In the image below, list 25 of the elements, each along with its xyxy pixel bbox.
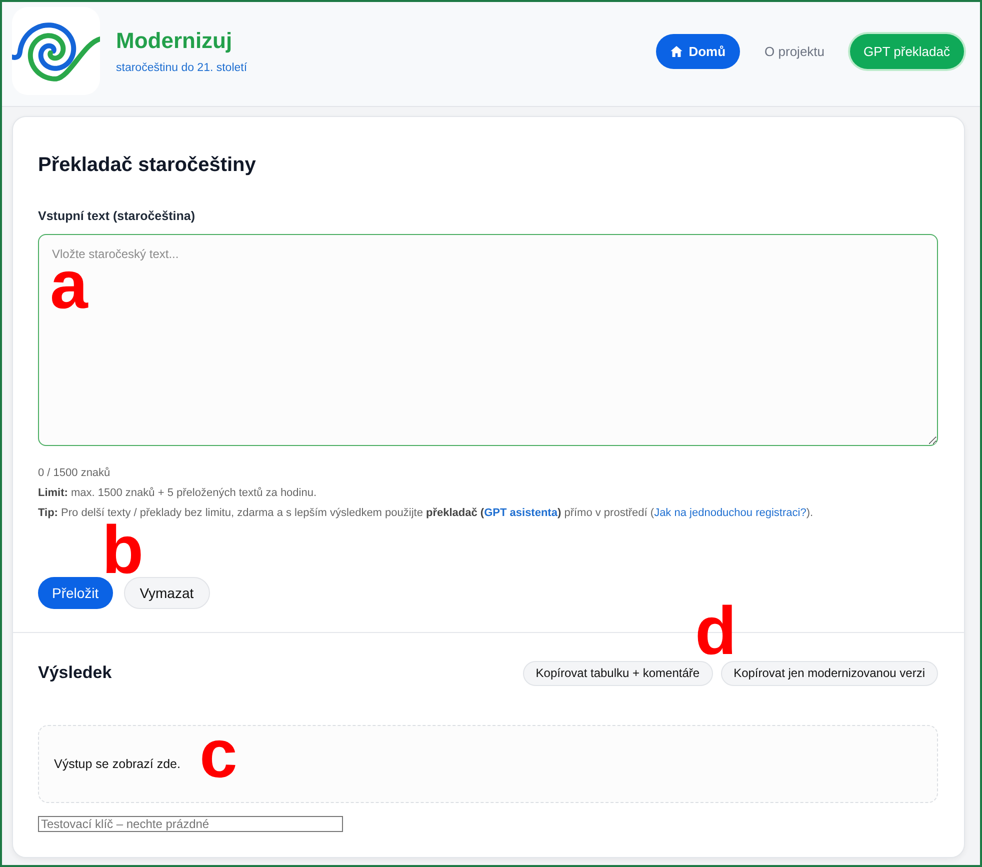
text-link[interactable]: Jak na jednoduchou registraci? xyxy=(654,507,806,519)
field-label: Vstupní text (staročeština) xyxy=(38,208,196,225)
nav-button[interactable]: Domů xyxy=(656,34,740,68)
output-text: Výstup se zobrazí zde. xyxy=(54,757,180,771)
cta-button[interactable]: GPT překladač xyxy=(850,34,964,68)
nav-link[interactable]: O projektu xyxy=(750,34,839,68)
secondary-button[interactable]: Vymazat xyxy=(124,577,210,609)
copy-button[interactable]: Kopírovat tabulku + komentáře xyxy=(522,660,713,686)
home-icon xyxy=(670,44,683,58)
text-link[interactable]: GPT asistenta xyxy=(484,507,558,519)
primary-button[interactable]: Přeložit xyxy=(38,577,113,609)
annotation-letter: d xyxy=(695,604,737,658)
limit-text: Limit: max. 1500 znaků + 5 přeložených textů za hodinu. xyxy=(38,486,318,501)
spiral-logo-icon[interactable] xyxy=(12,7,100,95)
site-subtitle: staročeštinu do 21. století xyxy=(116,61,248,75)
character-counter: 0 / 1500 znaků xyxy=(38,466,112,481)
test-key-field[interactable]: Testovací klíč – nechte prázdné xyxy=(38,816,343,832)
site-title: Modernizuj xyxy=(116,28,234,54)
result-heading: Výsledek xyxy=(38,663,112,683)
annotation-letter: b xyxy=(102,523,144,578)
page-heading: Překladač staročeštiny xyxy=(38,153,257,177)
copy-button[interactable]: Kopírovat jen modernizovanou verzi xyxy=(720,660,938,686)
annotation-letter: c xyxy=(199,726,238,782)
annotation-letter: a xyxy=(50,258,88,312)
tip-text: Tip: Pro delší texty / překlady bez limitu, zdarma a s lepším výsledkem použijte překladač (GPT asistenta) přímo v prostředí (Jak na jednoduchou registraci?). xyxy=(38,506,814,521)
